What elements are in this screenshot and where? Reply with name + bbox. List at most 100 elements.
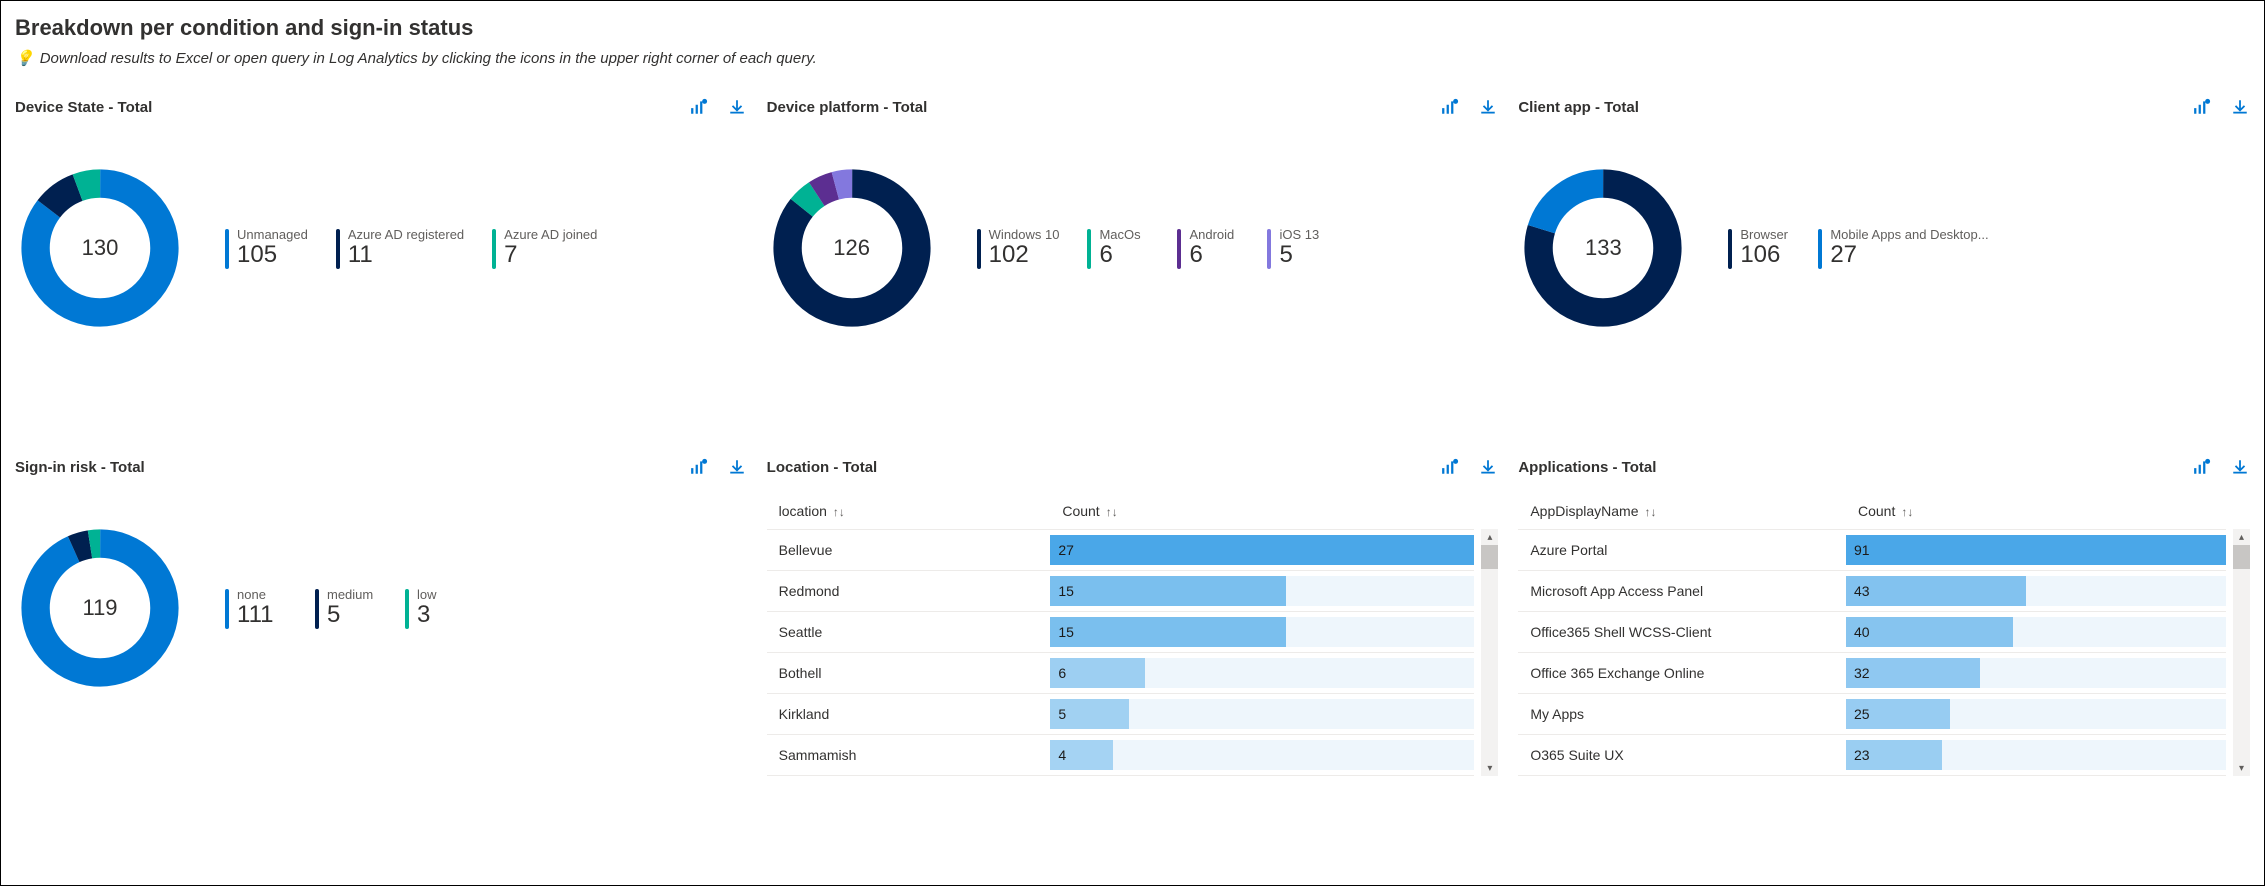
location-table: location↑↓ Count↑↓ Bellevue 27 Red: [767, 493, 1475, 776]
download-icon[interactable]: [2230, 97, 2250, 117]
legend-item[interactable]: Mobile Apps and Desktop... 27: [1818, 227, 1988, 268]
count-cell: 43: [1846, 571, 2226, 612]
legend: Unmanaged 105 Azure AD registered 11 Azu…: [225, 227, 597, 268]
legend-item[interactable]: MacOs 6: [1087, 227, 1149, 268]
tip-text: Download results to Excel or open query …: [40, 50, 817, 67]
legend-value: 3: [417, 602, 467, 628]
row-name: O365 Suite UX: [1518, 735, 1846, 776]
count-cell: 5: [1050, 694, 1474, 735]
count-cell: 15: [1050, 571, 1474, 612]
column-header-count[interactable]: Count↑↓: [1050, 493, 1474, 530]
row-name: Office365 Shell WCSS-Client: [1518, 612, 1846, 653]
legend-label: low: [417, 587, 467, 602]
donut-device-platform: 126: [767, 163, 937, 333]
scrollbar[interactable]: ▴ ▾: [1481, 529, 1498, 776]
sort-icon: ↑↓: [1106, 505, 1118, 519]
table-row[interactable]: Redmond 15: [767, 571, 1475, 612]
scroll-thumb[interactable]: [1481, 545, 1498, 569]
row-name: Microsoft App Access Panel: [1518, 571, 1846, 612]
legend-label: iOS 13: [1279, 227, 1329, 242]
table-row[interactable]: Bellevue 27: [767, 530, 1475, 571]
column-header-count[interactable]: Count↑↓: [1846, 493, 2226, 530]
table-row[interactable]: Azure Portal 91: [1518, 530, 2226, 571]
legend: Browser 106 Mobile Apps and Desktop... 2…: [1728, 227, 1988, 268]
table-row[interactable]: Microsoft App Access Panel 43: [1518, 571, 2226, 612]
legend-value: 6: [1189, 242, 1239, 268]
table-row[interactable]: My Apps 25: [1518, 694, 2226, 735]
legend-value: 5: [1279, 242, 1329, 268]
donut-total: 126: [833, 235, 870, 261]
legend-item[interactable]: Azure AD joined 7: [492, 227, 597, 268]
count-cell: 4: [1050, 735, 1474, 776]
legend-item[interactable]: medium 5: [315, 587, 377, 628]
count-cell: 32: [1846, 653, 2226, 694]
legend-label: Windows 10: [989, 227, 1060, 242]
table-row[interactable]: Kirkland 5: [767, 694, 1475, 735]
legend-value: 102: [989, 242, 1060, 268]
card-title: Device platform - Total: [767, 99, 1441, 116]
scroll-down-arrow-icon[interactable]: ▾: [1487, 760, 1492, 776]
legend-value: 7: [504, 242, 597, 268]
legend-item[interactable]: iOS 13 5: [1267, 227, 1329, 268]
download-icon[interactable]: [2230, 457, 2250, 477]
scrollbar[interactable]: ▴ ▾: [2233, 529, 2250, 776]
card-signin-risk: Sign-in risk - Total 119 none: [15, 457, 747, 807]
card-device-state: Device State - Total 130 Unmanag: [15, 97, 747, 457]
legend-item[interactable]: none 111: [225, 587, 287, 628]
count-cell: 91: [1846, 530, 2226, 571]
workbook-page: Breakdown per condition and sign-in stat…: [0, 0, 2265, 886]
download-icon[interactable]: [1478, 457, 1498, 477]
legend-item[interactable]: Windows 10 102: [977, 227, 1060, 268]
card-title: Sign-in risk - Total: [15, 459, 689, 476]
row-name: My Apps: [1518, 694, 1846, 735]
legend-item[interactable]: low 3: [405, 587, 467, 628]
legend-label: MacOs: [1099, 227, 1149, 242]
card-client-app: Client app - Total 133 Browser: [1518, 97, 2250, 457]
row-name: Bellevue: [767, 530, 1051, 571]
open-in-log-analytics-icon[interactable]: [689, 97, 709, 117]
count-cell: 23: [1846, 735, 2226, 776]
legend-label: Azure AD registered: [348, 227, 464, 242]
open-in-log-analytics-icon[interactable]: [2192, 457, 2212, 477]
donut-client-app: 133: [1518, 163, 1688, 333]
open-in-log-analytics-icon[interactable]: [689, 457, 709, 477]
table-row[interactable]: Sammamish 4: [767, 735, 1475, 776]
legend-item[interactable]: Azure AD registered 11: [336, 227, 464, 268]
row-name: Redmond: [767, 571, 1051, 612]
card-location: Location - Total location↑↓: [767, 457, 1499, 807]
legend-value: 5: [327, 602, 377, 628]
donut-device-state: 130: [15, 163, 185, 333]
sort-icon: ↑↓: [833, 505, 845, 519]
card-title: Client app - Total: [1518, 99, 2192, 116]
download-icon[interactable]: [1478, 97, 1498, 117]
open-in-log-analytics-icon[interactable]: [1440, 457, 1460, 477]
scroll-thumb[interactable]: [2233, 545, 2250, 569]
row-name: Office 365 Exchange Online: [1518, 653, 1846, 694]
scroll-down-arrow-icon[interactable]: ▾: [2239, 760, 2244, 776]
table-row[interactable]: Bothell 6: [767, 653, 1475, 694]
scroll-up-arrow-icon[interactable]: ▴: [1487, 529, 1492, 545]
row-name: Seattle: [767, 612, 1051, 653]
count-cell: 27: [1050, 530, 1474, 571]
table-row[interactable]: O365 Suite UX 23: [1518, 735, 2226, 776]
card-grid: Device State - Total 130 Unmanag: [15, 97, 2250, 807]
column-header-appdisplayname[interactable]: AppDisplayName↑↓: [1518, 493, 1846, 530]
open-in-log-analytics-icon[interactable]: [2192, 97, 2212, 117]
column-header-location[interactable]: location↑↓: [767, 493, 1051, 530]
legend-value: 106: [1740, 242, 1790, 268]
legend-label: Azure AD joined: [504, 227, 597, 242]
scroll-up-arrow-icon[interactable]: ▴: [2239, 529, 2244, 545]
download-icon[interactable]: [727, 97, 747, 117]
legend-item[interactable]: Browser 106: [1728, 227, 1790, 268]
download-icon[interactable]: [727, 457, 747, 477]
legend-item[interactable]: Unmanaged 105: [225, 227, 308, 268]
open-in-log-analytics-icon[interactable]: [1440, 97, 1460, 117]
table-row[interactable]: Seattle 15: [767, 612, 1475, 653]
legend-label: none: [237, 587, 287, 602]
count-cell: 15: [1050, 612, 1474, 653]
legend-item[interactable]: Android 6: [1177, 227, 1239, 268]
legend-label: Android: [1189, 227, 1239, 242]
table-row[interactable]: Office 365 Exchange Online 32: [1518, 653, 2226, 694]
table-row[interactable]: Office365 Shell WCSS-Client 40: [1518, 612, 2226, 653]
row-name: Bothell: [767, 653, 1051, 694]
